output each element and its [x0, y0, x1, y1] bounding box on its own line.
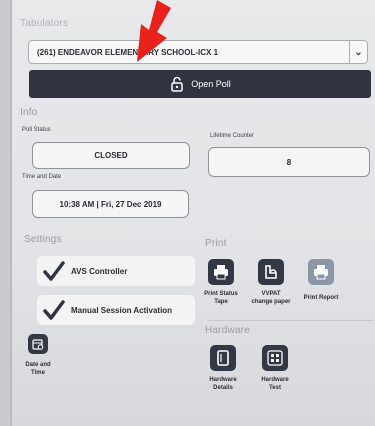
avs-controller-toggle[interactable]: AVS Controller	[37, 256, 195, 286]
print-report-button[interactable]	[308, 259, 334, 285]
chevron-down-icon[interactable]: ⌄	[349, 41, 367, 63]
hardware-details-label: Hardware Details	[198, 376, 248, 392]
print-hardware-divider	[208, 320, 374, 321]
annotation-arrow-icon	[137, 0, 171, 62]
print-status-tape-line1: Print Status	[204, 291, 238, 297]
manual-session-activation-toggle[interactable]: Manual Session Activation	[37, 295, 195, 325]
open-poll-button[interactable]: Open Poll	[29, 70, 371, 98]
paper-roll-icon	[265, 265, 277, 279]
print-status-tape-label: Print Status Tape	[196, 290, 246, 306]
device-icon	[217, 350, 229, 366]
hardware-test-button[interactable]	[262, 345, 288, 371]
date-time-label: Date and Time	[13, 361, 63, 377]
lifetime-counter-value: 8	[208, 147, 370, 177]
hardware-test-label: Hardware Test	[250, 376, 300, 392]
vvpat-line1: VVPAT	[261, 291, 281, 297]
vvpat-change-paper-button[interactable]	[258, 259, 284, 285]
lock-open-icon	[171, 76, 183, 92]
print-section-label: Print	[205, 238, 227, 249]
date-time-button[interactable]	[28, 334, 48, 354]
date-time-label-line2: Time	[31, 370, 45, 376]
hardware-test-line1: Hardware	[261, 377, 289, 383]
calendar-clock-icon	[32, 339, 44, 350]
checkmark-icon	[43, 300, 65, 320]
print-status-tape-line2: Tape	[214, 299, 228, 305]
open-poll-label: Open Poll	[191, 79, 231, 89]
lifetime-counter-label: Lifetime Counter	[210, 133, 255, 139]
avs-controller-label: AVS Controller	[71, 266, 128, 276]
hardware-details-button[interactable]	[210, 345, 236, 371]
print-status-tape-button[interactable]	[208, 259, 234, 285]
settings-section-label: Settings	[24, 234, 62, 245]
tabulator-select[interactable]: (261) ENDEAVOR ELEMENTARY SCHOOL-ICX 1 ⌄	[28, 40, 368, 64]
hardware-details-line1: Hardware	[209, 377, 237, 383]
time-date-value[interactable]: 10:38 AM | Fri, 27 Dec 2019	[32, 190, 189, 218]
printer-icon	[314, 265, 328, 280]
poll-status-label: Poll Status	[22, 127, 51, 133]
printer-icon	[214, 265, 228, 280]
vvpat-change-paper-label: VVPAT change paper	[246, 290, 296, 306]
poll-status-value: CLOSED	[32, 142, 190, 169]
manual-session-activation-label: Manual Session Activation	[71, 305, 173, 315]
checkmark-icon	[43, 261, 65, 281]
info-section-label: Info	[20, 107, 38, 118]
hardware-details-line2: Details	[213, 385, 233, 391]
vvpat-line2: change paper	[251, 299, 291, 305]
print-report-label: Print Report	[303, 295, 339, 301]
hardware-section-label: Hardware	[205, 325, 250, 336]
tabulators-section-label: Tabulators	[20, 18, 69, 29]
hardware-test-line2: Test	[269, 385, 281, 391]
tabulator-screen: Tabulators (261) ENDEAVOR ELEMENTARY SCH…	[10, 0, 375, 426]
grid-test-icon	[267, 350, 283, 366]
time-date-label: Time and Date	[22, 174, 62, 180]
date-time-label-line1: Date and	[25, 362, 51, 368]
